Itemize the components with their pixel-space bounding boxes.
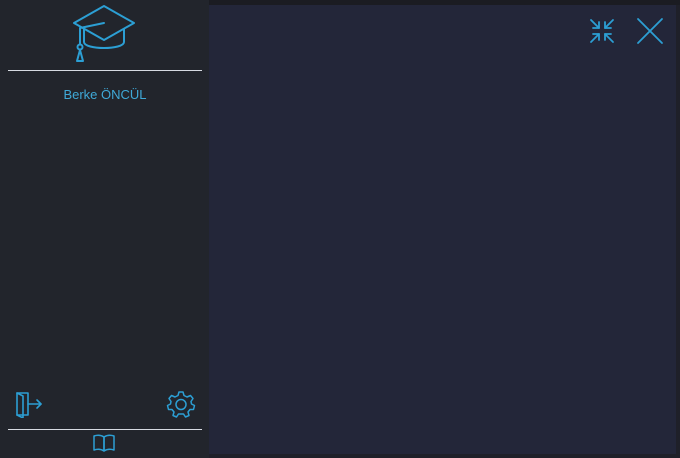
gear-icon bbox=[166, 391, 196, 418]
settings-button[interactable] bbox=[166, 390, 196, 418]
open-book-icon bbox=[93, 434, 115, 452]
book-button[interactable] bbox=[92, 432, 116, 454]
logout-button[interactable] bbox=[14, 390, 44, 418]
arrows-collapse-icon bbox=[590, 19, 614, 43]
graduation-cap-icon bbox=[70, 4, 138, 64]
app-window: Berke ÖNCÜL bbox=[0, 0, 680, 458]
close-icon bbox=[637, 18, 663, 44]
close-button[interactable] bbox=[635, 16, 665, 46]
sidebar-divider-bottom bbox=[8, 429, 202, 430]
user-name: Berke ÖNCÜL bbox=[63, 87, 147, 102]
sidebar-divider-top bbox=[8, 70, 202, 71]
door-exit-icon bbox=[16, 392, 42, 418]
main-content-area bbox=[209, 5, 676, 454]
minimize-button[interactable] bbox=[586, 16, 618, 46]
sidebar: Berke ÖNCÜL bbox=[0, 0, 209, 458]
